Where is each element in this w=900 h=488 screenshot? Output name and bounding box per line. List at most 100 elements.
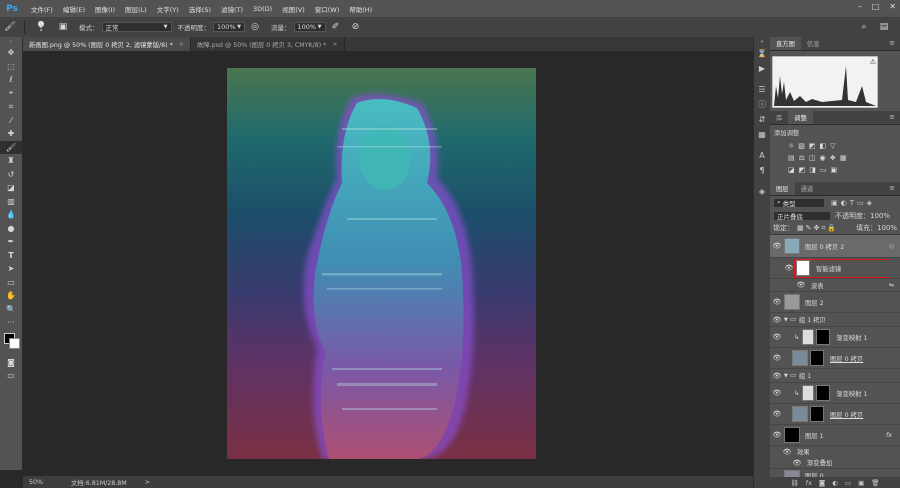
menu-3d[interactable]: 3D(D) — [248, 5, 277, 13]
menu-select[interactable]: 选择(S) — [184, 4, 216, 14]
add-style-icon[interactable]: fx — [806, 479, 812, 487]
filter-options-icon[interactable]: ⇋ — [889, 282, 894, 289]
tab-histogram[interactable]: 直方图 — [770, 37, 801, 50]
layer-row[interactable]: 👁 ▼ ▭ 组 1 拷贝 — [770, 313, 900, 327]
layer-row[interactable]: 👁 ↳ 渐变映射 1 — [770, 327, 900, 348]
layer-row[interactable]: 👁 图层 0 拷贝 — [770, 404, 900, 425]
pen-tool-icon[interactable]: ✒ — [0, 235, 22, 249]
menu-filter[interactable]: 滤镜(T) — [216, 4, 248, 14]
panel-menu-icon[interactable]: ≡ — [889, 39, 895, 47]
threshold-icon[interactable]: ◨ — [809, 166, 816, 174]
color-swatches[interactable] — [0, 330, 22, 356]
tab-adjustments[interactable]: 调整 — [788, 111, 813, 124]
hand-tool-icon[interactable]: ✋ — [0, 289, 22, 303]
smart-object-icon[interactable]: ◇ — [889, 243, 894, 250]
layer-row[interactable]: 👁 智能滤镜 — [770, 258, 900, 279]
visibility-eye-icon[interactable]: 👁 — [770, 354, 784, 362]
tab-info[interactable]: 信息 — [801, 37, 826, 50]
exposure-icon[interactable]: ◧ — [820, 142, 827, 150]
visibility-eye-icon[interactable]: 👁 — [770, 333, 784, 341]
layer-filter-select[interactable]: ⌕ 类型 — [773, 197, 825, 208]
3d-icon[interactable]: ◈ — [754, 184, 770, 199]
shape-tool-icon[interactable]: ▭ — [0, 276, 22, 290]
panel-menu-icon[interactable]: ≡ — [889, 184, 895, 192]
layer-row[interactable]: 👁 效果 — [770, 446, 900, 457]
zoom-tool-icon[interactable]: 🔍 — [0, 303, 22, 317]
menu-view[interactable]: 视图(V) — [277, 4, 310, 14]
brightness-icon[interactable]: ☼ — [788, 142, 794, 150]
visibility-eye-icon[interactable]: 👁 — [770, 298, 784, 306]
curves-icon[interactable]: ◩ — [809, 142, 816, 150]
marquee-tool-icon[interactable]: ⬚ — [0, 60, 22, 74]
blend-mode-select[interactable]: 正片叠底 — [773, 210, 831, 221]
move-tool-icon[interactable]: ✥ — [0, 46, 22, 60]
layer-row[interactable]: 👁 图层 0 拷贝 2 ◇ — [770, 235, 900, 258]
hue-saturation-icon[interactable]: ▤ — [788, 154, 795, 162]
screen-mode-icon[interactable]: ▭ — [0, 369, 22, 383]
gradient-map-icon[interactable]: ▭ — [820, 166, 827, 174]
swatches-icon[interactable]: ▦ — [754, 127, 770, 142]
delete-layer-icon[interactable]: 🗑 — [871, 479, 879, 487]
info-icon[interactable]: ⓘ — [754, 97, 770, 112]
dock-collapse-icon[interactable]: « — [754, 37, 770, 46]
airbrush-icon[interactable]: ✐ — [329, 20, 343, 34]
brush-tool-icon[interactable]: 🖌 — [0, 140, 22, 154]
type-tool-icon[interactable]: T — [0, 249, 22, 263]
layer-row[interactable]: 👁 图层 2 — [770, 292, 900, 313]
visibility-eye-icon[interactable]: 👁 — [770, 431, 784, 439]
opacity-field[interactable]: 100% ▼ — [213, 22, 245, 32]
visibility-eye-icon[interactable]: 👁 — [770, 389, 784, 397]
actions-play-icon[interactable]: ▶ — [754, 61, 770, 76]
search-icon[interactable]: ⌕ — [857, 20, 871, 34]
visibility-eye-icon[interactable]: 👁 — [790, 459, 804, 467]
flow-field[interactable]: 100% ▼ — [293, 22, 326, 32]
document-canvas-image[interactable] — [227, 68, 536, 459]
brush-preset-picker[interactable]: ● 1 — [32, 20, 50, 34]
menu-layer[interactable]: 图层(L) — [120, 4, 152, 14]
pressure-opacity-icon[interactable]: ◎ — [248, 20, 262, 34]
chevron-down-icon[interactable]: ▼ — [784, 317, 788, 323]
channel-mixer-icon[interactable]: ❖ — [830, 154, 836, 162]
character-icon[interactable]: A — [754, 148, 770, 163]
menu-file[interactable]: 文件(F) — [26, 4, 58, 14]
selective-color-icon[interactable]: ▣ — [831, 166, 838, 174]
layer-row[interactable]: 👁 图层 1 fx — [770, 425, 900, 446]
tab-libraries[interactable]: 库 — [770, 111, 788, 124]
menu-image[interactable]: 图像(I) — [90, 4, 120, 14]
lock-icons[interactable]: ▦✎✥⌗🔒 — [797, 224, 838, 233]
paragraph-icon[interactable]: ¶ — [754, 163, 770, 178]
eyedropper-tool-icon[interactable]: ⁄ — [0, 114, 22, 128]
visibility-eye-icon[interactable]: 👁 — [770, 242, 784, 250]
background-color-swatch[interactable] — [9, 337, 20, 349]
quick-select-tool-icon[interactable]: ⌖ — [0, 87, 22, 101]
pressure-size-icon[interactable]: ⊘ — [349, 20, 363, 34]
status-menu-arrow[interactable]: > — [145, 479, 150, 486]
layer-row[interactable]: 👁 ▼ ▭ 组 1 — [770, 369, 900, 383]
posterize-icon[interactable]: ◩ — [799, 166, 806, 174]
layer-opacity-value[interactable]: 100% — [870, 212, 890, 220]
toolbar-grip[interactable]: » — [0, 37, 22, 46]
photo-filter-icon[interactable]: ◉ — [820, 154, 826, 162]
color-balance-icon[interactable]: ⚖ — [799, 154, 805, 162]
fill-value[interactable]: 100% — [877, 224, 897, 232]
vibrance-icon[interactable]: ▽ — [830, 142, 835, 150]
blur-tool-icon[interactable]: 💧 — [0, 208, 22, 222]
layer-row[interactable]: 👁 渐变叠加 — [770, 457, 900, 469]
tab-document-1[interactable]: 新画图.png @ 50% (图层 0 拷贝 2, 滤镜蒙版/8) * × — [23, 37, 192, 51]
layer-row[interactable]: 👁 图层 0 拷贝 — [770, 348, 900, 369]
new-group-icon[interactable]: ▭ — [845, 479, 851, 487]
levels-icon[interactable]: ▨ — [798, 142, 805, 150]
new-adjustment-icon[interactable]: ◐ — [832, 479, 838, 487]
visibility-eye-icon[interactable]: 👁 — [770, 372, 784, 380]
black-white-icon[interactable]: ◫ — [809, 154, 816, 162]
visibility-eye-icon[interactable]: 👁 — [770, 410, 784, 418]
dodge-tool-icon[interactable]: ● — [0, 222, 22, 236]
eraser-tool-icon[interactable]: ◪ — [0, 181, 22, 195]
menu-help[interactable]: 帮助(H) — [344, 4, 377, 14]
close-icon[interactable]: × — [332, 41, 337, 48]
healing-tool-icon[interactable]: ✚ — [0, 127, 22, 141]
crop-tool-icon[interactable]: ⌗ — [0, 100, 22, 114]
minimize-icon[interactable]: – — [858, 2, 862, 11]
warning-icon[interactable]: ⚠ — [870, 58, 876, 66]
visibility-eye-icon[interactable]: 👁 — [794, 281, 808, 289]
